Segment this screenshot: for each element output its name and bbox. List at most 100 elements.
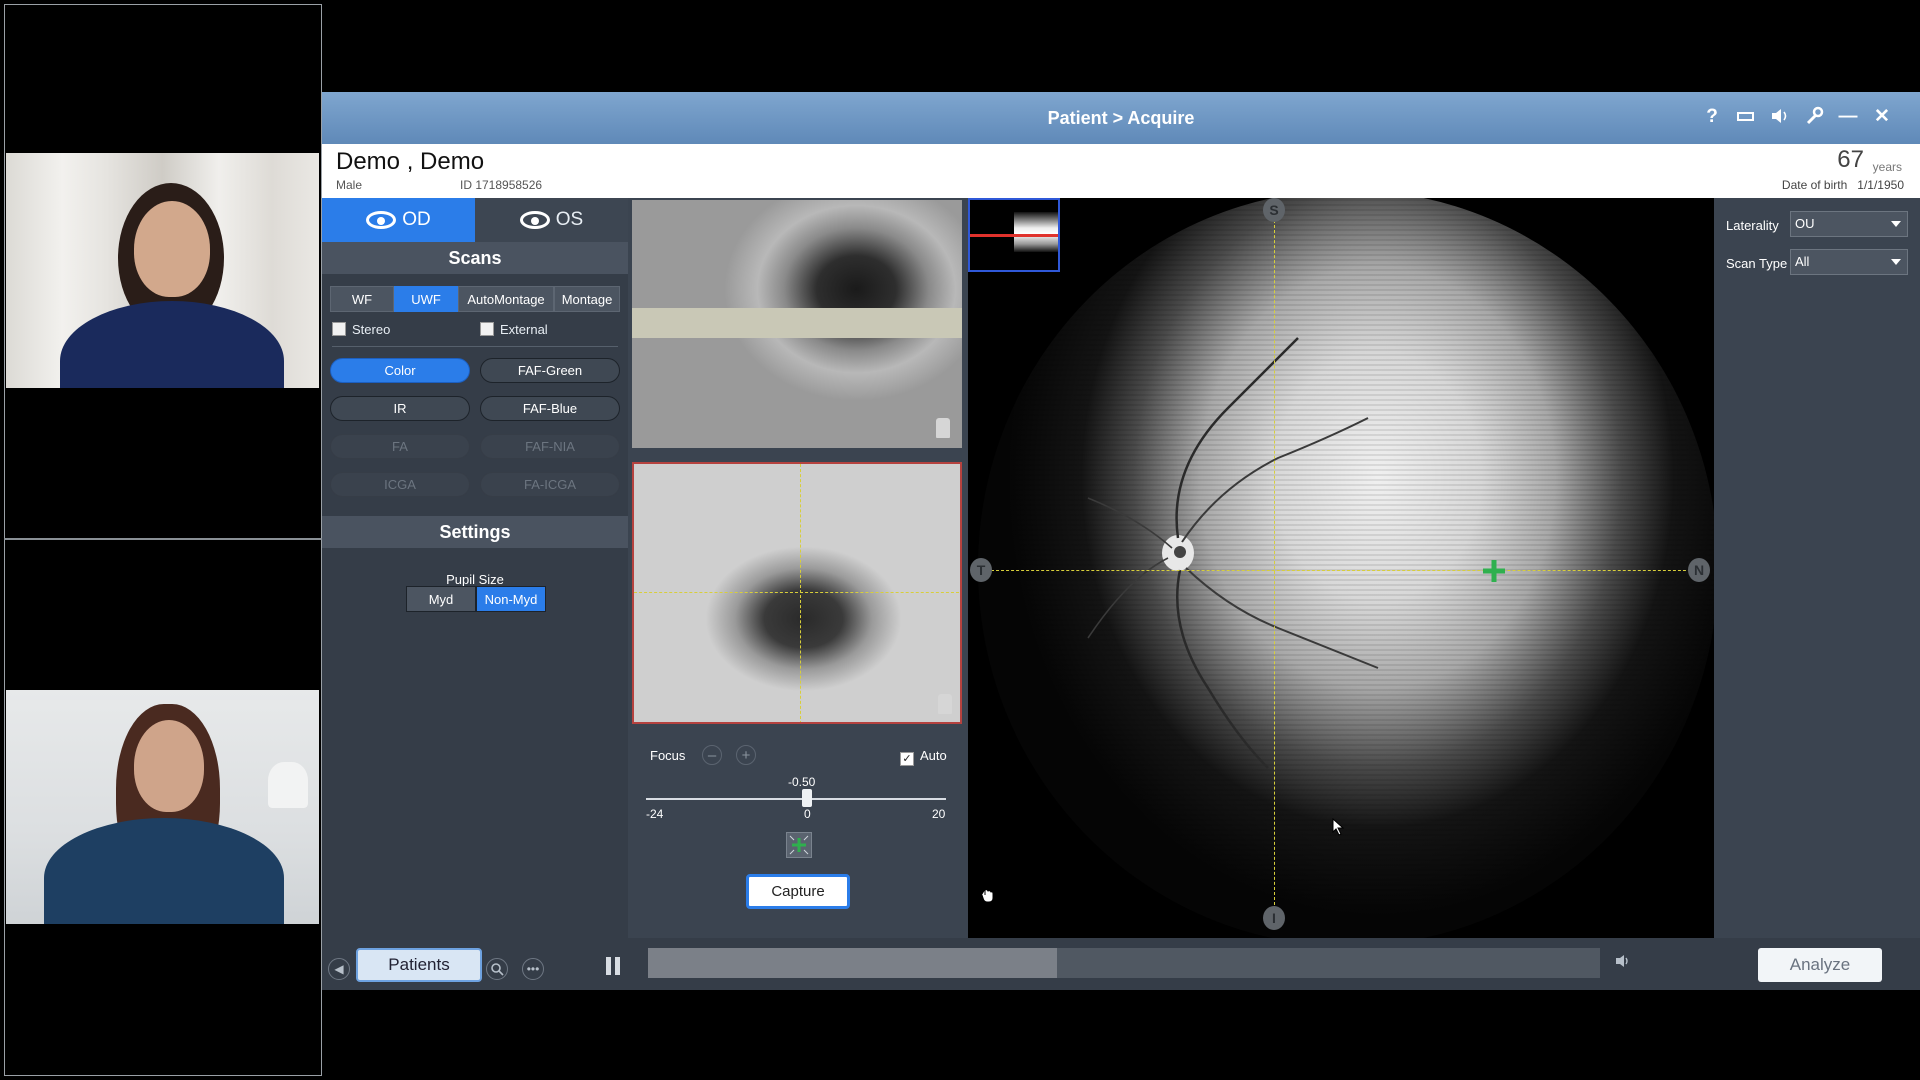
eye-tab-os-label: OS <box>555 209 584 230</box>
patient-dob: Date of birth 1/1/1950 <box>1781 178 1904 192</box>
thumbnail-preview <box>1014 212 1058 252</box>
wrench-glyph <box>1806 106 1824 125</box>
chevron-down-icon <box>1891 221 1901 227</box>
mode-faf-nia-button: FAF-NIA <box>480 434 620 459</box>
patients-button[interactable]: Patients <box>356 948 482 982</box>
fixation-target-button[interactable] <box>786 832 812 858</box>
window-title: Patient > Acquire <box>1047 108 1195 128</box>
scan-tab-automontage[interactable]: AutoMontage <box>458 286 554 312</box>
focus-minus-button[interactable]: – <box>702 745 722 765</box>
eye-tab-os[interactable]: OS <box>475 198 628 242</box>
fundus-thumbnail[interactable] <box>968 198 1060 272</box>
wrench-icon[interactable] <box>1802 105 1826 129</box>
wall-lamp <box>268 762 308 808</box>
crosshair-vertical <box>800 464 801 722</box>
laterality-select[interactable]: OU <box>1790 211 1908 237</box>
monitor-glyph <box>1737 112 1754 121</box>
playback-progress[interactable] <box>648 948 1600 978</box>
patient-id: ID 1718958526 <box>460 178 543 192</box>
focus-value: -0.50 <box>788 775 816 789</box>
participant-video-1 <box>6 153 319 388</box>
camera-tool-icon[interactable] <box>936 418 950 438</box>
minimize-icon[interactable]: — <box>1836 105 1860 129</box>
capture-button[interactable]: Capture <box>746 874 850 909</box>
eye-icon <box>519 210 550 229</box>
settings-heading: Settings <box>322 516 628 548</box>
title-bar: Patient > Acquire ? — ✕ <box>322 92 1920 144</box>
mode-fa-button: FA <box>330 434 470 459</box>
external-checkbox-box <box>480 322 494 336</box>
scan-tab-uwf[interactable]: UWF <box>394 286 458 312</box>
focus-slider-track[interactable] <box>646 798 946 800</box>
patient-sex: Male <box>336 178 363 192</box>
align-tool-icon[interactable] <box>938 694 952 714</box>
participant-face <box>134 201 210 297</box>
search-icon[interactable] <box>486 958 508 980</box>
pupil-myd-button[interactable]: Myd <box>406 586 476 612</box>
patient-info-bar: Demo , Demo Male ID 1718958526 67 years … <box>322 144 1920 198</box>
scans-divider <box>332 346 618 347</box>
call-divider <box>4 538 322 540</box>
speaker-icon[interactable] <box>1768 105 1792 129</box>
marker-nasal: N <box>1688 558 1710 582</box>
eye-icon <box>366 210 397 229</box>
camera-panel: Focus – + ✓ Auto -0.50 -24 0 20 Capture <box>630 198 966 938</box>
scans-heading: Scans <box>322 242 628 274</box>
external-checkbox[interactable]: External <box>480 322 548 337</box>
focus-slider-thumb[interactable] <box>802 789 812 807</box>
acquisition-settings-panel: OD OS Scans WF UWF AutoMontage Montage S… <box>322 198 628 938</box>
focus-auto-checkbox[interactable]: ✓ Auto <box>900 748 947 766</box>
focus-max-label: 20 <box>932 807 946 821</box>
focus-auto-label: Auto <box>920 748 947 763</box>
focus-label: Focus <box>650 748 686 763</box>
stereo-checkbox-box <box>332 322 346 336</box>
marker-superior: S <box>1263 198 1285 222</box>
focus-plus-button[interactable]: + <box>736 745 756 765</box>
marker-inferior: I <box>1263 906 1285 930</box>
participant-shirt <box>60 301 284 388</box>
thumbnail-position-line <box>970 234 1058 237</box>
crosshair-horizontal <box>634 592 960 593</box>
mode-ir-button[interactable]: IR <box>330 396 470 421</box>
focus-mid-label: 0 <box>804 807 811 821</box>
stereo-checkbox[interactable]: Stereo <box>332 322 390 337</box>
mode-icga-button: ICGA <box>330 472 470 497</box>
scan-type-select[interactable]: All <box>1790 249 1908 275</box>
filter-panel: Laterality OU Scan Type All <box>1718 198 1920 938</box>
mode-faf-blue-button[interactable]: FAF-Blue <box>480 396 620 421</box>
playback-progress-fill <box>648 948 1058 978</box>
eye-tab-od[interactable]: OD <box>322 198 475 242</box>
camera-illumination-band <box>632 308 962 338</box>
volume-icon[interactable] <box>1614 952 1632 975</box>
laterality-label: Laterality <box>1726 218 1779 233</box>
participant-face <box>134 720 204 812</box>
volume-glyph <box>1616 955 1628 967</box>
pause-bar-left <box>606 957 611 975</box>
fundus-crosshair-horizontal <box>986 570 1706 571</box>
pupil-nonmyd-button[interactable]: Non-Myd <box>476 586 546 612</box>
analyze-button[interactable]: Analyze <box>1758 948 1882 982</box>
monitor-icon[interactable] <box>1734 105 1758 129</box>
more-icon[interactable]: ••• <box>522 958 544 980</box>
bottom-toolbar: ◀ Patients ••• Analyze <box>322 938 1920 990</box>
back-icon[interactable]: ◀ <box>328 958 350 980</box>
stereo-label: Stereo <box>352 322 391 337</box>
close-icon[interactable]: ✕ <box>1870 105 1894 129</box>
focus-auto-checkmark: ✓ <box>900 752 914 766</box>
external-eye-camera <box>632 200 962 448</box>
patient-name: Demo , Demo <box>336 148 485 175</box>
mode-fa-icga-button: FA-ICGA <box>480 472 620 497</box>
scan-tab-wf[interactable]: WF <box>330 286 394 312</box>
help-icon[interactable]: ? <box>1700 105 1724 129</box>
participant-video-2 <box>6 690 319 924</box>
mode-faf-green-button[interactable]: FAF-Green <box>480 358 620 383</box>
speaker-glyph <box>1772 109 1787 123</box>
scan-tab-montage[interactable]: Montage <box>554 286 620 312</box>
fixation-target-icon[interactable] <box>1480 557 1508 585</box>
target-icon <box>789 835 809 855</box>
mode-color-button[interactable]: Color <box>330 358 470 383</box>
pupil-size-label: Pupil Size <box>446 572 504 587</box>
search-glyph <box>491 963 504 976</box>
pause-bar-right <box>615 957 620 975</box>
pause-icon[interactable] <box>598 952 628 982</box>
